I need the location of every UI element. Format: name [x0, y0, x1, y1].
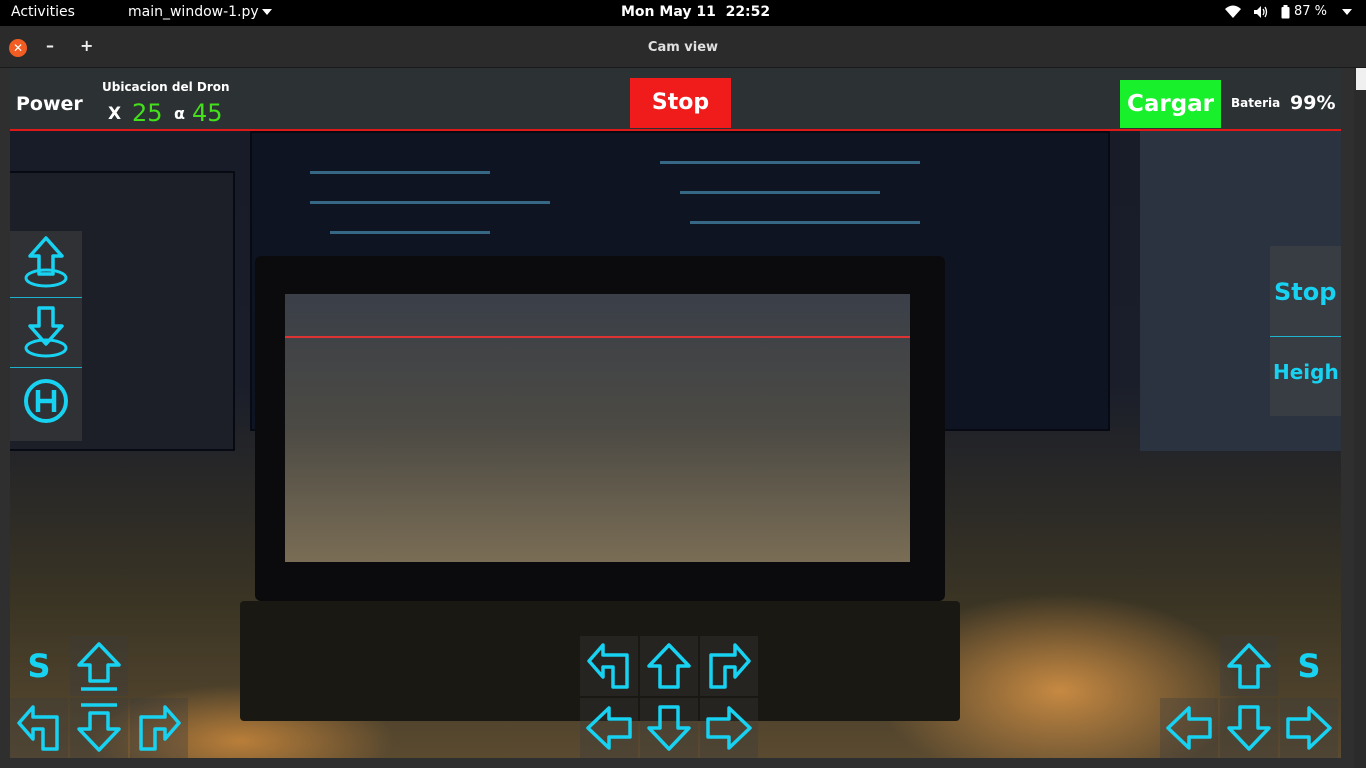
- backward-slow-button[interactable]: [70, 698, 128, 758]
- land-button[interactable]: [18, 301, 74, 363]
- turn-right-icon: [139, 705, 181, 751]
- wifi-icon: [1224, 5, 1241, 18]
- left-button[interactable]: [580, 698, 638, 758]
- arrow-right-icon: [1286, 706, 1332, 750]
- forward-fast-button[interactable]: [1220, 636, 1278, 696]
- app-menu-label: main_window-1.py: [128, 4, 259, 20]
- hover-button[interactable]: [18, 371, 74, 431]
- activities-button[interactable]: Activities: [11, 4, 75, 20]
- camera-feed: Stop Heigh S S: [10, 131, 1341, 758]
- alpha-value: 45: [192, 99, 223, 127]
- battery-value: 99%: [1290, 92, 1336, 114]
- battery-label: Bateria: [1231, 96, 1281, 110]
- chevron-down-icon: [261, 9, 272, 15]
- arrow-down-icon: [1227, 705, 1271, 751]
- x-value: 25: [132, 99, 163, 127]
- background-window-edge: [1354, 68, 1366, 768]
- cam-view-app: Power Ubicacion del Dron X 25 α 45 Stop …: [10, 68, 1341, 758]
- chevron-down-icon: [1342, 8, 1352, 15]
- arrow-up-icon: [1227, 643, 1271, 689]
- strafe-left-button[interactable]: [1160, 698, 1218, 758]
- right-stop-button[interactable]: Stop: [1274, 278, 1336, 306]
- turn-left-icon: [587, 643, 629, 689]
- turn-right-icon: [709, 643, 751, 689]
- helipad-icon: [24, 379, 68, 423]
- backward-fast-button[interactable]: [1220, 698, 1278, 758]
- laptop: [255, 256, 945, 601]
- window-body: Power Ubicacion del Dron X 25 α 45 Stop …: [0, 68, 1366, 768]
- right-panel: [1270, 246, 1341, 416]
- backward-button[interactable]: [640, 698, 698, 758]
- system-top-bar: Activities main_window-1.py Mon May 11 2…: [0, 0, 1366, 26]
- arrow-down-icon: [77, 703, 121, 752]
- location-title: Ubicacion del Dron: [102, 80, 230, 94]
- turn-right-button[interactable]: [700, 636, 758, 696]
- turn-left-button[interactable]: [580, 636, 638, 696]
- system-tray[interactable]: 87 %: [1224, 4, 1352, 19]
- hud-header: Power Ubicacion del Dron X 25 α 45 Stop …: [10, 68, 1341, 131]
- strafe-right-button[interactable]: [1280, 698, 1338, 758]
- volume-icon: [1253, 5, 1268, 18]
- takeoff-icon: [24, 236, 68, 288]
- window-title: Cam view: [647, 40, 719, 55]
- alpha-label: α: [174, 104, 185, 123]
- arrow-left-icon: [586, 706, 632, 750]
- battery-percent: 87 %: [1293, 4, 1327, 19]
- height-button[interactable]: Heigh: [1273, 360, 1339, 384]
- right-button[interactable]: [700, 698, 758, 758]
- clock-date: Mon May 11: [621, 4, 716, 20]
- app-menu[interactable]: main_window-1.py: [128, 4, 272, 20]
- arrow-right-icon: [706, 706, 752, 750]
- arrow-left-icon: [1166, 706, 1212, 750]
- battery-icon: [1281, 4, 1290, 18]
- yaw-left-button[interactable]: [10, 698, 68, 758]
- turn-left-icon: [17, 705, 59, 751]
- cargar-button[interactable]: Cargar: [1120, 80, 1221, 128]
- takeoff-button[interactable]: [18, 231, 74, 293]
- window-title-bar: ✕ – + Cam view: [0, 26, 1366, 68]
- power-label[interactable]: Power: [16, 93, 83, 115]
- land-icon: [24, 306, 68, 358]
- x-label: X: [108, 104, 122, 124]
- stop-button[interactable]: Stop: [630, 78, 731, 128]
- left-speed-button[interactable]: S: [10, 636, 68, 696]
- arrow-down-icon: [647, 705, 691, 751]
- clock[interactable]: Mon May 11 22:52: [621, 4, 770, 20]
- arrow-up-icon: [77, 642, 121, 691]
- right-speed-button[interactable]: S: [1280, 636, 1338, 696]
- yaw-right-button[interactable]: [130, 698, 188, 758]
- clock-time: 22:52: [725, 4, 771, 20]
- forward-slow-button[interactable]: [70, 636, 128, 696]
- forward-button[interactable]: [640, 636, 698, 696]
- arrow-up-icon: [647, 643, 691, 689]
